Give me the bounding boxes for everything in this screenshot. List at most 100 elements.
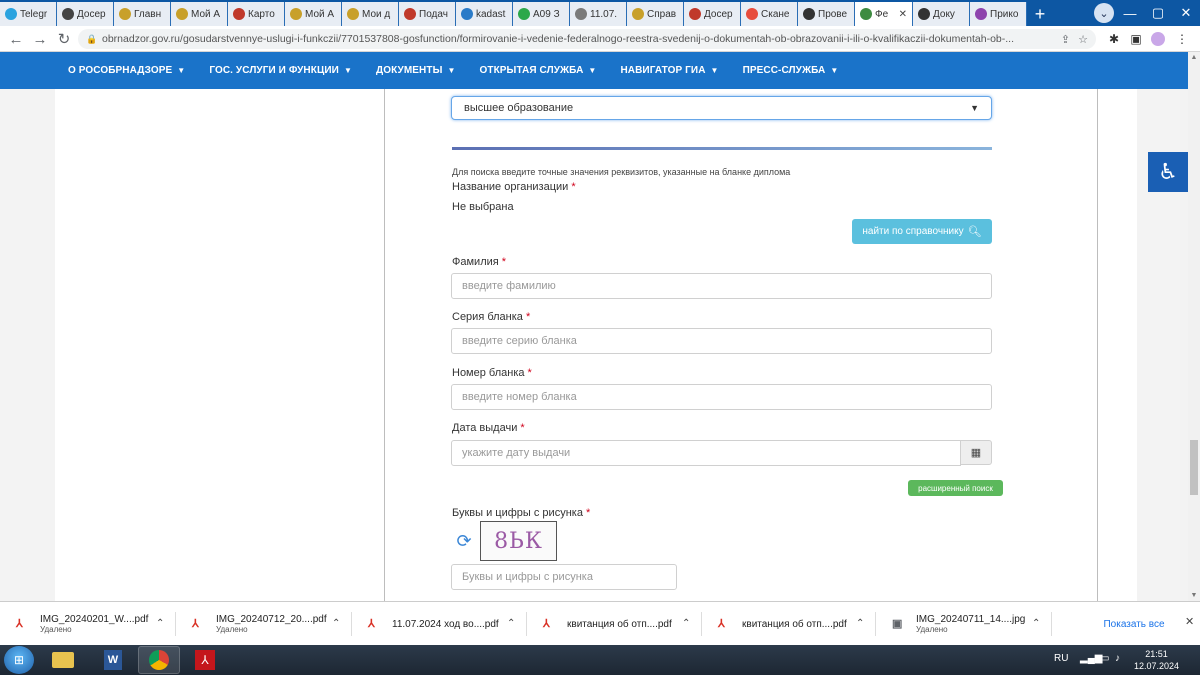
nav-menu-label: ГОС. УСЛУГИ И ФУНКЦИИ <box>209 65 339 76</box>
nav-menu-item[interactable]: ДОКУМЕНТЫ ▼ <box>376 65 456 76</box>
browser-tab[interactable]: Справ <box>627 2 684 26</box>
browser-tab[interactable]: Досер <box>684 2 741 26</box>
browser-tab[interactable]: Подач <box>399 2 456 26</box>
new-tab-button[interactable]: + <box>1027 2 1053 26</box>
forward-icon[interactable]: → <box>28 27 52 51</box>
close-shelf-icon[interactable]: ✕ <box>1185 615 1194 628</box>
word-icon[interactable]: W <box>92 646 134 674</box>
browser-tab[interactable]: Главн <box>114 2 171 26</box>
download-options-chevron-icon[interactable]: ⌃ <box>682 618 690 629</box>
browser-tab[interactable]: Прико <box>970 2 1027 26</box>
pdf-file-icon: ⅄ <box>543 618 550 630</box>
tab-label: Telegr <box>20 8 48 20</box>
browser-tab-strip: Telegr Досер Главн Мой А Карто Мой А Мои д Пода… <box>0 0 1200 26</box>
nav-menu-item[interactable]: О РОСОБРНАДЗОРЕ ▼ <box>68 65 185 76</box>
download-options-chevron-icon[interactable]: ⌃ <box>156 618 164 629</box>
browser-tab[interactable]: kadast <box>456 2 513 26</box>
tab-favicon-icon <box>404 8 416 20</box>
chevron-down-icon: ▼ <box>177 66 186 75</box>
volume-icon[interactable]: ♪ <box>1115 653 1120 664</box>
close-tab-icon[interactable]: ✕ <box>899 9 907 20</box>
download-item[interactable]: ⅄ квитанция об отп....pdf ⌃ <box>702 602 876 646</box>
download-text: 11.07.2024 ход во....pdf <box>392 619 499 630</box>
scrollbar-thumb[interactable] <box>1190 440 1198 495</box>
column-divider-left <box>384 89 385 601</box>
language-indicator[interactable]: RU <box>1054 653 1068 664</box>
number-input[interactable]: введите номер бланка <box>451 384 992 410</box>
tab-label: А09 З <box>533 8 560 20</box>
download-text: квитанция об отп....pdf <box>567 619 672 630</box>
nav-menu-item[interactable]: ПРЕСС-СЛУЖБА ▼ <box>743 65 839 76</box>
download-item[interactable]: ⅄ IMG_20240712_20....pdf Удалено ⌃ <box>176 602 352 646</box>
browser-tab[interactable]: Мои д <box>342 2 399 26</box>
browser-tab[interactable]: Фе ✕ <box>855 2 913 26</box>
advanced-search-button[interactable]: расширенный поиск <box>908 480 1003 496</box>
bookmark-star-icon[interactable]: ☆ <box>1078 33 1088 46</box>
browser-tab[interactable]: Мой А <box>285 2 342 26</box>
download-options-chevron-icon[interactable]: ⌃ <box>856 618 864 629</box>
profile-avatar-icon[interactable] <box>1148 29 1168 49</box>
extensions-icon[interactable]: ✱ <box>1104 29 1124 49</box>
download-options-chevron-icon[interactable]: ⌃ <box>332 618 340 629</box>
side-panel-icon[interactable]: ▣ <box>1126 29 1146 49</box>
nav-menu-item[interactable]: НАВИГАТОР ГИА ▼ <box>620 65 718 76</box>
captcha-input[interactable]: Буквы и цифры с рисунка <box>451 564 677 590</box>
download-item[interactable]: ▣ IMG_20240711_14....jpg Удалено ⌃ <box>876 602 1052 646</box>
tab-label: Скане <box>761 8 790 20</box>
maximize-icon[interactable]: ▢ <box>1144 0 1172 26</box>
url-omnibox[interactable]: 🔒 obrnadzor.gov.ru/gosudarstvennye-uslug… <box>78 29 1096 49</box>
captcha-image: 8ЬК <box>480 521 557 561</box>
column-divider-right <box>1097 89 1098 601</box>
start-button-icon[interactable]: ⊞ <box>4 646 34 674</box>
share-icon[interactable]: ⇪ <box>1061 33 1070 46</box>
battery-icon[interactable]: ▭ <box>1100 653 1109 664</box>
find-in-directory-button[interactable]: найти по справочнику 🔍︎ <box>852 219 992 244</box>
series-input[interactable]: введите серию бланка <box>451 328 992 354</box>
chrome-icon[interactable] <box>138 646 180 674</box>
reload-icon[interactable]: ↻ <box>52 27 76 51</box>
browser-tab[interactable]: А09 З <box>513 2 570 26</box>
date-input[interactable]: укажите дату выдачи <box>451 440 961 466</box>
show-all-downloads-button[interactable]: Показать все <box>1094 616 1174 632</box>
system-clock[interactable]: 21:51 12.07.2024 <box>1134 648 1179 672</box>
browser-tab[interactable]: Telegr <box>0 2 57 26</box>
download-text: квитанция об отп....pdf <box>742 619 847 630</box>
browser-tab[interactable]: Скане <box>741 2 798 26</box>
pdf-file-icon: ⅄ <box>718 618 725 630</box>
browser-menu-icon[interactable]: ⋮ <box>1172 29 1192 49</box>
accessibility-icon[interactable]: ♿︎ <box>1148 152 1188 192</box>
tab-label: Подач <box>419 8 448 20</box>
download-item[interactable]: ⅄ IMG_20240201_W....pdf Удалено ⌃ <box>0 602 176 646</box>
minimize-icon[interactable]: — <box>1116 0 1144 26</box>
file-explorer-icon[interactable] <box>42 646 84 674</box>
close-window-icon[interactable]: ✕ <box>1172 0 1200 26</box>
back-icon[interactable]: ← <box>4 27 28 51</box>
browser-tab[interactable]: Досер <box>57 2 114 26</box>
download-options-chevron-icon[interactable]: ⌃ <box>507 618 515 629</box>
surname-input[interactable]: введите фамилию <box>451 273 992 299</box>
acrobat-icon[interactable]: ⅄ <box>184 646 226 674</box>
download-status: Удалено <box>40 625 72 634</box>
nav-menu-item[interactable]: ГОС. УСЛУГИ И ФУНКЦИИ ▼ <box>209 65 352 76</box>
download-item[interactable]: ⅄ 11.07.2024 ход во....pdf ⌃ <box>352 602 527 646</box>
browser-tab[interactable]: Мой А <box>171 2 228 26</box>
browser-tab[interactable]: 11.07. <box>570 2 627 26</box>
download-filename: IMG_20240201_W....pdf <box>40 614 149 625</box>
calendar-icon[interactable]: ▦ <box>960 440 992 465</box>
browser-tab[interactable]: Доку <box>913 2 970 26</box>
browser-tab[interactable]: Карто <box>228 2 285 26</box>
chevron-down-icon: ▼ <box>343 66 352 75</box>
tab-favicon-icon <box>632 8 644 20</box>
site-navigation: О РОСОБРНАДЗОРЕ ▼ ГОС. УСЛУГИ И ФУНКЦИИ ▼ ДО… <box>0 52 1188 89</box>
download-item[interactable]: ⅄ квитанция об отп....pdf ⌃ <box>527 602 702 646</box>
refresh-captcha-icon[interactable]: ⟳ <box>453 530 475 552</box>
windows-taskbar: ⊞ W ⅄ RU ▂▄▆ ▭ ♪ 21:51 12.07.2024 <box>0 645 1200 675</box>
page-scrollbar[interactable]: ▲ ▼ <box>1188 52 1200 601</box>
download-options-chevron-icon[interactable]: ⌃ <box>1032 618 1040 629</box>
surname-label: Фамилия * <box>452 256 506 268</box>
nav-menu-item[interactable]: ОТКРЫТАЯ СЛУЖБА ▼ <box>480 65 597 76</box>
tab-favicon-icon <box>975 8 987 20</box>
browser-tab[interactable]: Прове <box>798 2 855 26</box>
education-level-select[interactable]: высшее образование ▼ <box>451 96 992 120</box>
tab-search-icon[interactable]: ⌄ <box>1094 3 1114 23</box>
